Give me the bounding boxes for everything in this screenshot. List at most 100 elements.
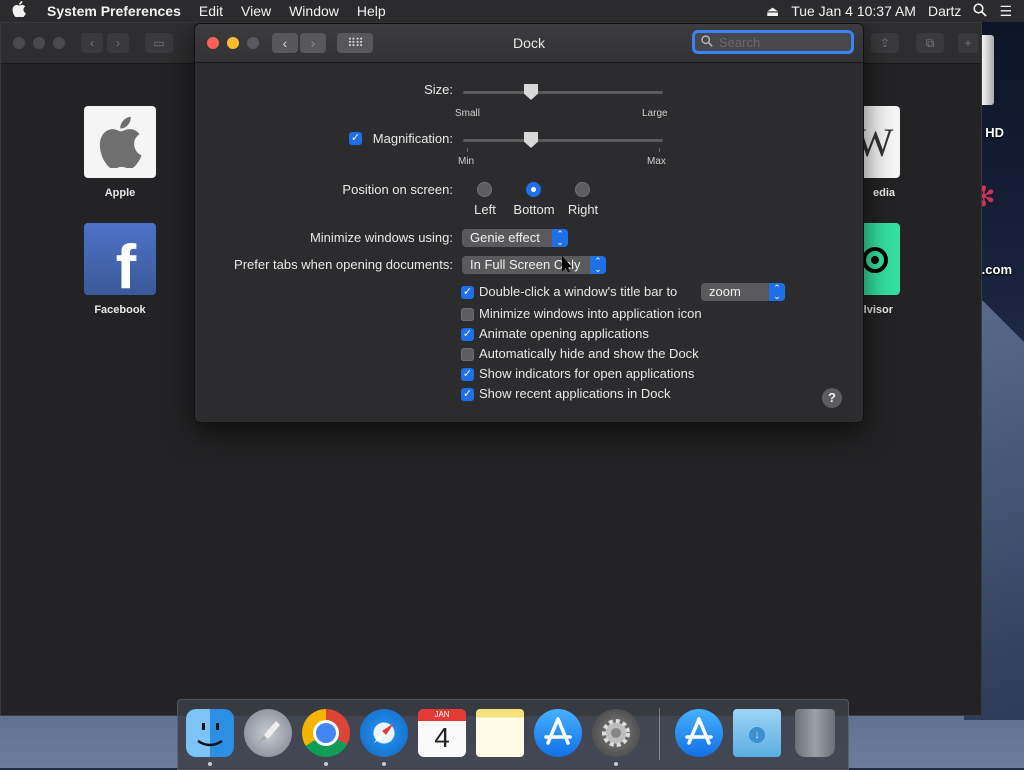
show-recent-apps-checkbox[interactable]: ✓ xyxy=(461,388,474,401)
menu-edit[interactable]: Edit xyxy=(190,3,232,19)
menu-view[interactable]: View xyxy=(232,3,280,19)
app-store-icon[interactable] xyxy=(534,709,582,757)
menu-clock[interactable]: Tue Jan 4 10:37 AM xyxy=(791,3,916,19)
magnification-slider-knob[interactable] xyxy=(524,132,538,148)
gear-icon xyxy=(602,719,630,747)
search-icon xyxy=(701,34,713,50)
app-store-a-icon xyxy=(544,717,572,745)
menu-bar: System Preferences Edit View Window Help… xyxy=(0,0,1024,22)
menu-help[interactable]: Help xyxy=(348,3,395,19)
magnification-checkbox[interactable]: ✓ xyxy=(349,132,362,145)
downloads-folder-icon[interactable]: ↓ xyxy=(733,709,781,757)
size-slider-knob[interactable] xyxy=(524,84,538,100)
back-chevron-icon[interactable]: ‹ xyxy=(272,33,298,53)
magnification-slider-track[interactable] xyxy=(463,139,663,142)
finder-face-icon xyxy=(197,723,223,747)
double-click-action-value: zoom xyxy=(709,284,741,299)
zoom-button[interactable] xyxy=(247,37,259,49)
compass-needle-icon xyxy=(374,723,394,743)
help-button[interactable]: ? xyxy=(822,388,842,408)
apple-logo-icon xyxy=(99,116,142,168)
position-right-radio[interactable] xyxy=(575,182,590,197)
bg-new-tab-icon[interactable]: + xyxy=(958,33,978,53)
search-field[interactable] xyxy=(692,30,854,54)
launchpad-icon[interactable] xyxy=(244,709,292,757)
finder-icon[interactable] xyxy=(186,709,234,757)
bg-close-button[interactable] xyxy=(13,37,25,49)
minimize-into-icon-checkbox[interactable] xyxy=(461,308,474,321)
calendar-day: 4 xyxy=(434,722,450,753)
show-indicators-checkbox[interactable]: ✓ xyxy=(461,368,474,381)
dock-separator xyxy=(659,708,660,760)
double-click-action-popup[interactable]: zoom ⌃ ⌄ xyxy=(701,283,785,301)
size-max-label: Large xyxy=(642,108,668,119)
animate-opening-checkbox[interactable]: ✓ xyxy=(461,328,474,341)
apple-logo-icon[interactable] xyxy=(0,0,38,22)
size-slider-track[interactable] xyxy=(463,91,663,94)
position-bottom-radio[interactable] xyxy=(526,182,541,197)
minimize-into-icon-label[interactable]: Minimize windows into application icon xyxy=(479,306,702,321)
system-preferences-running-indicator xyxy=(614,762,618,766)
show-recent-apps-label[interactable]: Show recent applications in Dock xyxy=(479,386,671,401)
double-click-label[interactable]: Double-click a window's title bar to xyxy=(479,284,677,299)
prefer-tabs-popup[interactable]: In Full Screen Only ⌃ ⌄ xyxy=(462,256,606,274)
magnification-tick xyxy=(659,148,660,152)
system-preferences-icon[interactable] xyxy=(592,709,640,757)
menu-window[interactable]: Window xyxy=(280,3,348,19)
favorite-apple-label: Apple xyxy=(104,187,136,199)
app-store-recent-icon[interactable] xyxy=(675,709,723,757)
show-indicators-label[interactable]: Show indicators for open applications xyxy=(479,366,694,381)
spotlight-search-icon[interactable] xyxy=(973,2,988,20)
favorite-facebook-label: Facebook xyxy=(94,304,146,316)
position-label: Position on screen: xyxy=(342,182,453,197)
position-left-radio[interactable] xyxy=(477,182,492,197)
magnification-max-label: Max xyxy=(647,156,666,167)
animate-opening-label[interactable]: Animate opening applications xyxy=(479,326,649,341)
bg-tabs-icon[interactable]: ⧉ xyxy=(916,33,944,53)
bg-sidebar-icon[interactable]: ▭ xyxy=(145,33,173,53)
rocket-icon xyxy=(258,721,280,743)
finder-running-indicator xyxy=(208,762,212,766)
popup-arrows-icon: ⌃ ⌄ xyxy=(769,283,785,301)
bg-share-icon[interactable]: ⇪ xyxy=(871,33,899,53)
desktop-hd-label: HD xyxy=(985,125,1004,140)
window-titlebar[interactable]: ‹ › ⠿⠿ Dock xyxy=(195,24,863,63)
forward-chevron-icon[interactable]: › xyxy=(300,33,326,53)
autohide-dock-label[interactable]: Automatically hide and show the Dock xyxy=(479,346,699,361)
minimize-effect-popup[interactable]: Genie effect ⌃ ⌄ xyxy=(462,229,568,247)
eject-icon[interactable]: ⏏ xyxy=(766,3,779,20)
minimize-using-label: Minimize windows using: xyxy=(309,230,453,245)
safari-running-indicator xyxy=(382,762,386,766)
favorite-facebook-tile[interactable]: f xyxy=(84,223,156,295)
safari-icon[interactable] xyxy=(360,709,408,757)
search-input[interactable] xyxy=(717,33,831,51)
close-button[interactable] xyxy=(207,37,219,49)
dock-preferences-window: ‹ › ⠿⠿ Dock Size: Small Large ✓ Magnific… xyxy=(194,23,864,423)
favorite-apple-tile[interactable] xyxy=(84,106,156,178)
chrome-running-indicator xyxy=(324,762,328,766)
chrome-center-icon xyxy=(316,723,336,743)
popup-arrows-icon: ⌃ ⌄ xyxy=(552,229,568,247)
minimize-button[interactable] xyxy=(227,37,239,49)
bg-zoom-button[interactable] xyxy=(53,37,65,49)
calendar-month: JAN xyxy=(418,709,466,721)
bg-forward-icon[interactable]: › xyxy=(107,33,129,53)
autohide-dock-checkbox[interactable] xyxy=(461,348,474,361)
menu-user[interactable]: Dartz xyxy=(928,3,961,19)
calendar-icon[interactable]: JAN 4 xyxy=(418,709,466,757)
bg-back-icon[interactable]: ‹ xyxy=(81,33,103,53)
notes-icon[interactable] xyxy=(476,709,524,757)
menu-app-name[interactable]: System Preferences xyxy=(38,3,190,19)
app-store-a-icon xyxy=(685,717,713,745)
double-click-checkbox[interactable]: ✓ xyxy=(461,286,474,299)
bg-minimize-button[interactable] xyxy=(33,37,45,49)
magnification-min-label: Min xyxy=(458,156,475,167)
show-all-grid-icon[interactable]: ⠿⠿ xyxy=(337,33,373,53)
chrome-icon[interactable] xyxy=(302,709,350,757)
magnification-label[interactable]: Magnification: xyxy=(373,131,453,146)
notification-center-icon[interactable]: ☰ xyxy=(999,3,1012,20)
desktop-com-label: .com xyxy=(981,262,1012,277)
trash-icon[interactable] xyxy=(795,709,835,757)
position-right-label[interactable]: Right xyxy=(553,202,613,217)
size-min-label: Small xyxy=(455,108,481,119)
